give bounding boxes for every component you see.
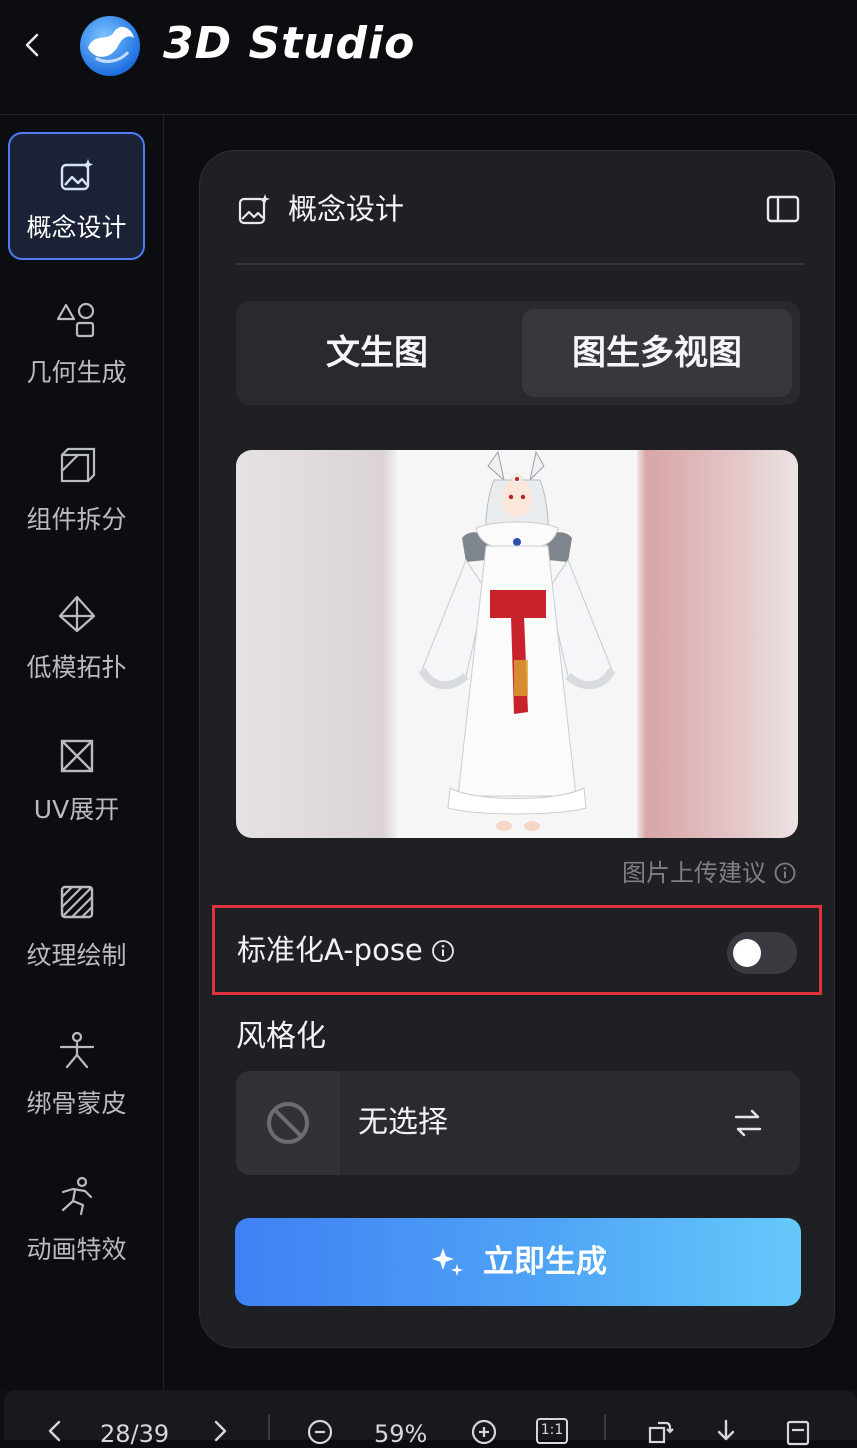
apose-setting-row: 标准化A-pose: [212, 905, 822, 995]
sidebar-item-texture-paint[interactable]: 纹理绘制: [8, 860, 145, 988]
style-selector[interactable]: 无选择: [236, 1071, 800, 1175]
info-icon[interactable]: [431, 939, 455, 963]
info-icon: [774, 862, 796, 884]
sidebar-item-geometry[interactable]: 几何生成: [8, 277, 145, 405]
style-value: 无选择: [358, 1105, 448, 1140]
sidebar-item-concept-design[interactable]: 概念设计: [8, 132, 145, 260]
mode-tabs: 文生图 图生多视图: [236, 301, 800, 405]
previous-page-icon[interactable]: [42, 1418, 70, 1446]
back-arrow-icon[interactable]: [18, 30, 48, 60]
rig-figure-icon: [59, 1031, 94, 1069]
sidebar-toggle-icon[interactable]: [766, 195, 800, 223]
upload-hint-text: 图片上传建议: [622, 859, 766, 887]
apose-label: 标准化A-pose: [237, 932, 455, 968]
sidebar-item-label: 纹理绘制: [26, 941, 127, 970]
sidebar-item-label: 几何生成: [26, 358, 127, 387]
actual-size-button[interactable]: 1:1: [536, 1418, 568, 1444]
zoom-level: 59%: [374, 1420, 428, 1448]
sidebar-item-rigging[interactable]: 绑骨蒙皮: [8, 1008, 145, 1136]
sidebar-item-low-poly[interactable]: 低模拓扑: [8, 572, 145, 700]
toolbar-divider: [268, 1414, 270, 1440]
app-header: 3D Studio: [0, 0, 857, 115]
sidebar-item-label: UV展开: [33, 795, 120, 824]
pyramid-icon: [58, 595, 95, 633]
character-image: [397, 450, 637, 838]
document-icon[interactable]: [784, 1418, 812, 1446]
download-icon[interactable]: [712, 1418, 740, 1446]
toolbar-divider: [604, 1414, 606, 1440]
sidebar-item-animation[interactable]: 动画特效: [8, 1154, 145, 1282]
upload-hint-link[interactable]: 图片上传建议: [622, 857, 796, 889]
shapes-icon: [56, 302, 94, 338]
next-page-icon[interactable]: [206, 1418, 234, 1446]
toolbar-inner: 28/39 59% 1:1: [4, 1390, 857, 1448]
sidebar-item-label: 组件拆分: [26, 505, 127, 534]
style-label: 风格化: [236, 1019, 326, 1054]
image-sparkle-icon: [238, 194, 270, 225]
split-cube-icon: [60, 447, 95, 483]
sidebar-item-label: 绑骨蒙皮: [26, 1089, 127, 1118]
rotate-icon[interactable]: [646, 1418, 674, 1446]
apose-label-text: 标准化A-pose: [237, 933, 423, 967]
tab-text-to-image[interactable]: 文生图: [242, 309, 512, 397]
page-indicator: 28/39: [100, 1420, 170, 1448]
swap-icon[interactable]: [732, 1107, 764, 1139]
panel-header: 概念设计: [236, 187, 804, 265]
viewer-toolbar: 28/39 59% 1:1: [0, 1390, 857, 1448]
generate-button[interactable]: 立即生成: [235, 1218, 801, 1306]
no-entry-icon: [267, 1102, 309, 1144]
panel-title: 概念设计: [288, 192, 405, 226]
app-logo-icon: [80, 16, 140, 76]
apose-toggle[interactable]: [727, 932, 797, 974]
concept-design-panel: 概念设计 文生图 图生多视图 图片上传建议 标准化A-pose 风格化 无选择 …: [199, 150, 835, 1348]
sidebar-item-label: 概念设计: [26, 213, 127, 242]
toggle-knob: [733, 939, 761, 967]
sidebar-item-label: 低模拓扑: [26, 653, 127, 682]
uv-box-icon: [60, 739, 93, 773]
tab-image-to-multiview[interactable]: 图生多视图: [522, 309, 792, 397]
app-title: 3D Studio: [163, 18, 416, 69]
image-sparkle-icon: [60, 159, 93, 191]
zoom-out-icon[interactable]: [306, 1418, 334, 1446]
style-thumbnail: [236, 1071, 340, 1175]
texture-icon: [60, 885, 93, 919]
sidebar: 概念设计 几何生成 组件拆分 低模拓扑 UV展开 纹理绘制 绑骨蒙皮 动画特效: [0, 115, 164, 1390]
sparkle-icon: [432, 1248, 463, 1276]
sidebar-item-component-split[interactable]: 组件拆分: [8, 424, 145, 552]
zoom-in-icon[interactable]: [470, 1418, 498, 1446]
sidebar-item-uv-unwrap[interactable]: UV展开: [8, 714, 145, 842]
sidebar-item-label: 动画特效: [26, 1235, 127, 1264]
uploaded-image-preview[interactable]: [236, 450, 798, 838]
generate-button-label: 立即生成: [483, 1244, 607, 1280]
running-figure-icon: [61, 1176, 92, 1216]
